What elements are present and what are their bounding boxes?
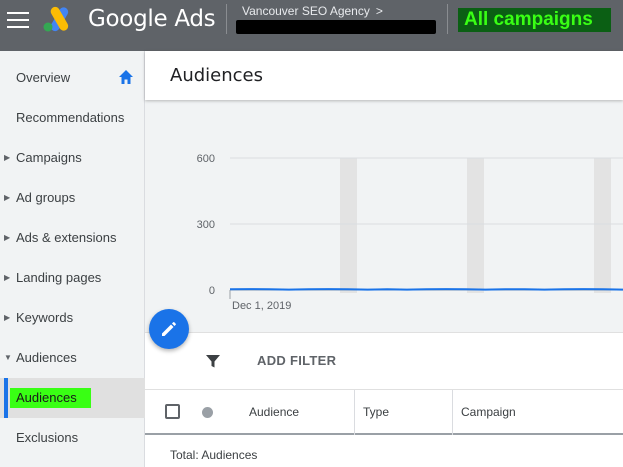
campaign-scope-label[interactable]: All campaigns	[458, 8, 611, 32]
x-tick-label: Dec 1, 2019	[232, 300, 291, 311]
page-title: Audiences	[170, 65, 263, 86]
weekend-band	[594, 158, 611, 293]
add-filter-button[interactable]: ADD FILTER	[257, 353, 336, 368]
pencil-icon	[162, 322, 176, 336]
sidebar-item-label: Landing pages	[16, 270, 102, 285]
page-header: Audiences	[145, 51, 623, 100]
performance-chart: 600 300 0 Dec 1, 2019	[145, 111, 623, 311]
caret-right-icon: ▶	[4, 233, 11, 242]
filter-icon[interactable]	[205, 353, 221, 369]
caret-down-icon: ▼	[4, 353, 12, 362]
sidebar-item-label: Ad groups	[16, 190, 76, 205]
google-ads-logo-icon	[43, 6, 69, 32]
sidebar-item-exclusions[interactable]: Exclusions	[0, 418, 145, 458]
filter-bar: ADD FILTER	[145, 332, 623, 389]
sidebar-item-audiences-group[interactable]: ▼ Audiences	[0, 338, 145, 378]
select-all-checkbox[interactable]	[165, 404, 180, 419]
brand-name: Google Ads	[88, 6, 216, 32]
sidebar-item-label: Exclusions	[16, 430, 79, 445]
sidebar-item-label: Recommendations	[16, 110, 125, 125]
redacted-account-id	[236, 20, 436, 34]
caret-right-icon: ▶	[4, 273, 11, 282]
weekend-band	[467, 158, 484, 293]
header-divider	[226, 4, 227, 34]
sidebar-item-label: Audiences	[16, 350, 77, 365]
y-tick-label: 600	[197, 153, 215, 165]
total-label: Total: Audiences	[170, 448, 258, 462]
header-divider	[447, 4, 448, 34]
column-header-campaign[interactable]: Campaign	[461, 390, 516, 434]
hamburger-menu-icon[interactable]	[7, 12, 29, 28]
main-content: Audiences 600 300 0 Dec 1, 2019 ADD FILT…	[145, 51, 623, 467]
sidebar-item-label: Audiences	[10, 388, 91, 408]
sidebar-item-label: Campaigns	[16, 150, 82, 165]
sidebar-item-label: Keywords	[16, 310, 74, 325]
account-selector[interactable]: Vancouver SEO Agency >	[242, 4, 383, 18]
home-icon	[119, 70, 133, 84]
account-name: Vancouver SEO Agency	[242, 4, 370, 18]
sidebar-item-overview[interactable]: Overview	[0, 58, 145, 98]
chart-canvas: 600 300 0 Dec 1, 2019	[197, 153, 623, 311]
edit-fab-button[interactable]	[149, 309, 189, 349]
sidebar-item-recommendations[interactable]: Recommendations	[0, 98, 145, 138]
top-app-bar: Google Ads Vancouver SEO Agency > All cam…	[0, 0, 623, 51]
caret-right-icon: ▶	[4, 153, 11, 162]
table-header-row: Audience Type Campaign	[145, 389, 623, 467]
sidebar-nav: Overview Recommendations ▶ Campaigns ▶ A…	[0, 51, 145, 467]
status-dot-icon	[202, 407, 213, 418]
weekend-band	[340, 158, 357, 293]
y-tick-label: 0	[209, 285, 215, 297]
sidebar-item-landing-pages[interactable]: ▶ Landing pages	[0, 258, 145, 298]
sidebar-item-ad-groups[interactable]: ▶ Ad groups	[0, 178, 145, 218]
sidebar-item-keywords[interactable]: ▶ Keywords	[0, 298, 145, 338]
column-header-audience[interactable]: Audience	[249, 390, 299, 434]
caret-right-icon: ▶	[4, 313, 11, 322]
sidebar-item-label: Ads & extensions	[16, 230, 117, 245]
y-tick-label: 300	[197, 219, 215, 231]
chevron-right-icon: >	[375, 4, 383, 18]
column-header-type[interactable]: Type	[363, 390, 389, 434]
series-line	[229, 288, 623, 291]
table-total-row: Total: Audiences	[145, 435, 623, 467]
sidebar-item-ads-extensions[interactable]: ▶ Ads & extensions	[0, 218, 145, 258]
caret-right-icon: ▶	[4, 193, 11, 202]
sidebar-item-label: Overview	[16, 70, 71, 85]
sidebar-item-campaigns[interactable]: ▶ Campaigns	[0, 138, 145, 178]
sidebar-item-audiences[interactable]: Audiences	[0, 378, 145, 418]
